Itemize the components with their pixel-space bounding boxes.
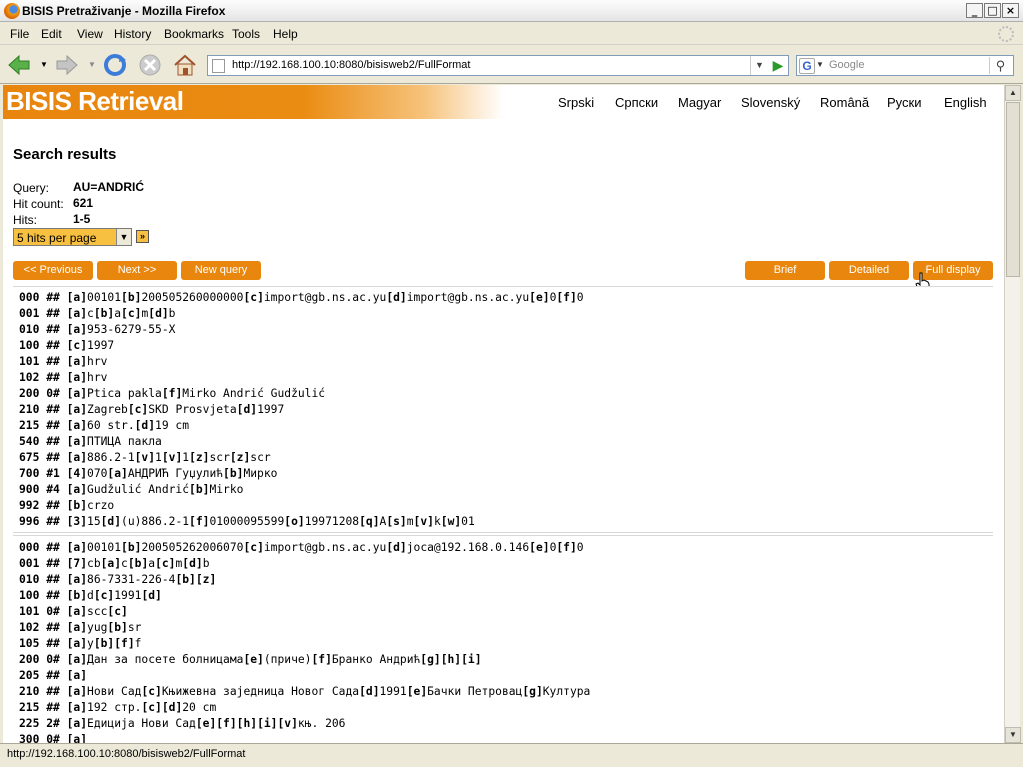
record-field: 001 ## [7]cb[a]c[b]a[c]m[d]b — [19, 557, 210, 570]
next-button[interactable]: Next >> — [97, 261, 177, 280]
record-field: 101 0# [a]scc[c] — [19, 605, 128, 618]
menu-view[interactable]: View — [77, 27, 103, 41]
lang-romana[interactable]: Română — [820, 95, 869, 110]
navigation-toolbar: ▼ ▼ http://192.168.100.10:8080/bisisweb2… — [0, 46, 1023, 84]
hitcount-label: Hit count: — [13, 197, 64, 211]
lang-slovensky[interactable]: Slovenský — [741, 95, 800, 110]
window-title: BISIS Pretraživanje - Mozilla Firefox — [22, 4, 226, 18]
home-icon[interactable] — [172, 52, 198, 78]
scroll-down-icon[interactable]: ▼ — [1005, 727, 1021, 743]
forward-icon[interactable] — [54, 52, 80, 78]
record-field: 540 ## [a]ПТИЦА пакла — [19, 435, 162, 448]
record-field: 200 0# [a]Дан за посете болницама[e](при… — [19, 653, 482, 666]
record-field: 000 ## [a]00101[b]200505262006070[c]impo… — [19, 541, 584, 554]
record-1: 000 ## [a]00101[b]200505260000000[c]impo… — [13, 286, 993, 533]
hits-per-page-value: 5 hits per page — [17, 231, 97, 245]
record-field: 210 ## [a]Zagreb[c]SKD Prosvjeta[d]1997 — [19, 403, 285, 416]
page-icon — [212, 59, 225, 73]
address-dropdown-icon[interactable]: ▼ — [750, 56, 768, 75]
maximize-button[interactable]: □ — [984, 3, 1001, 18]
back-icon[interactable] — [6, 52, 32, 78]
page-content: BISIS Retrieval Srpski Српски Magyar Slo… — [3, 85, 1004, 743]
menu-bookmarks[interactable]: Bookmarks — [164, 27, 224, 41]
address-bar[interactable]: http://192.168.100.10:8080/bisisweb2/Ful… — [207, 55, 789, 76]
record-field: 001 ## [a]c[b]a[c]m[d]b — [19, 307, 176, 320]
scroll-thumb[interactable] — [1006, 102, 1020, 277]
search-input[interactable]: Google — [829, 59, 864, 71]
back-dropdown-icon[interactable]: ▼ — [40, 60, 48, 69]
menu-bar: File Edit View History Bookmarks Tools H… — [0, 23, 1023, 45]
record-field: 102 ## [a]hrv — [19, 371, 108, 384]
window-titlebar: BISIS Pretraživanje - Mozilla Firefox _ … — [0, 0, 1023, 22]
record-field: 010 ## [a]86-7331-226-4[b][z] — [19, 573, 217, 586]
stop-icon[interactable] — [137, 52, 163, 78]
query-label: Query: — [13, 181, 50, 195]
record-field: 210 ## [a]Нови Сад[c]Књижевна заједница … — [19, 685, 591, 698]
hits-value: 1-5 — [73, 212, 91, 226]
record-field: 225 2# [a]Едиција Нови Сад[e][f][h][i][v… — [19, 717, 346, 730]
record-field: 000 ## [a]00101[b]200505260000000[c]impo… — [19, 291, 584, 304]
search-icon[interactable]: ⚲ — [989, 57, 1011, 74]
record-field: 215 ## [a]60 str.[d]19 cm — [19, 419, 190, 432]
menu-edit[interactable]: Edit — [41, 27, 62, 41]
close-button[interactable]: × — [1002, 3, 1019, 18]
lang-magyar[interactable]: Magyar — [678, 95, 721, 110]
lang-russian[interactable]: Руски — [887, 95, 921, 110]
status-bar: http://192.168.100.10:8080/bisisweb2/Ful… — [0, 743, 1023, 767]
record-field: 100 ## [c]1997 — [19, 339, 115, 352]
record-2: 000 ## [a]00101[b]200505262006070[c]impo… — [13, 535, 993, 743]
forward-dropdown-icon[interactable]: ▼ — [88, 60, 96, 69]
throbber-icon — [998, 26, 1014, 42]
hits-label: Hits: — [13, 213, 37, 227]
record-field: 100 ## [b]d[c]1991[d] — [19, 589, 162, 602]
menu-help[interactable]: Help — [273, 27, 298, 41]
address-url[interactable]: http://192.168.100.10:8080/bisisweb2/Ful… — [232, 59, 470, 71]
record-field: 102 ## [a]yug[b]sr — [19, 621, 142, 634]
hits-per-page-select[interactable]: 5 hits per page ▼ — [13, 228, 132, 246]
search-engine-icon[interactable]: G — [799, 58, 815, 74]
lang-srpski-cyrillic[interactable]: Српски — [615, 95, 658, 110]
detailed-button[interactable]: Detailed — [829, 261, 909, 280]
site-banner: BISIS Retrieval Srpski Српски Magyar Slo… — [3, 85, 1004, 119]
record-field: 700 #1 [4]070[a]АНДРИЋ Гуџулић[b]Мирко — [19, 467, 278, 480]
minimize-button[interactable]: _ — [966, 3, 983, 18]
record-field: 992 ## [b]crzo — [19, 499, 115, 512]
vertical-scrollbar[interactable]: ▲ ▼ — [1004, 85, 1021, 743]
lang-srpski[interactable]: Srpski — [558, 95, 594, 110]
new-query-button[interactable]: New query — [181, 261, 261, 280]
firefox-icon — [4, 3, 20, 19]
menu-file[interactable]: File — [10, 27, 29, 41]
record-field: 900 #4 [a]Gudžulić Andrić[b]Mirko — [19, 483, 244, 496]
reload-icon[interactable] — [102, 52, 128, 78]
record-field: 675 ## [a]886.2-1[v]1[v]1[z]scr[z]scr — [19, 451, 271, 464]
brief-button[interactable]: Brief — [745, 261, 825, 280]
record-field: 105 ## [a]y[b][f]f — [19, 637, 142, 650]
status-text: http://192.168.100.10:8080/bisisweb2/Ful… — [7, 748, 246, 760]
menu-tools[interactable]: Tools — [232, 27, 260, 41]
lang-english[interactable]: English — [944, 95, 987, 110]
previous-button[interactable]: << Previous — [13, 261, 93, 280]
site-logo: BISIS Retrieval — [6, 86, 184, 116]
record-field: 205 ## [a] — [19, 669, 88, 682]
hitcount-value: 621 — [73, 196, 94, 210]
apply-hits-per-page-icon[interactable]: » — [136, 230, 149, 243]
record-field: 300 0# [a] — [19, 733, 88, 743]
search-bar[interactable]: G ▼ Google ⚲ — [796, 55, 1014, 76]
record-field: 010 ## [a]953-6279-55-X — [19, 323, 176, 336]
record-field: 200 0# [a]Ptica pakla[f]Mirko Andrić Gud… — [19, 387, 326, 400]
query-value: AU=ANDRIĆ — [73, 180, 145, 194]
menu-history[interactable]: History — [114, 27, 151, 41]
scroll-up-icon[interactable]: ▲ — [1005, 85, 1021, 101]
record-field: 215 ## [a]192 стр.[c][d]20 cm — [19, 701, 217, 714]
go-icon[interactable]: ▶ — [770, 58, 786, 73]
chevron-down-icon[interactable]: ▼ — [116, 229, 131, 245]
record-field: 996 ## [3]15[d](u)886.2-1[f]01000095599[… — [19, 515, 475, 528]
search-engine-dropdown-icon[interactable]: ▼ — [816, 60, 824, 69]
page-title: Search results — [13, 146, 117, 163]
record-field: 101 ## [a]hrv — [19, 355, 108, 368]
